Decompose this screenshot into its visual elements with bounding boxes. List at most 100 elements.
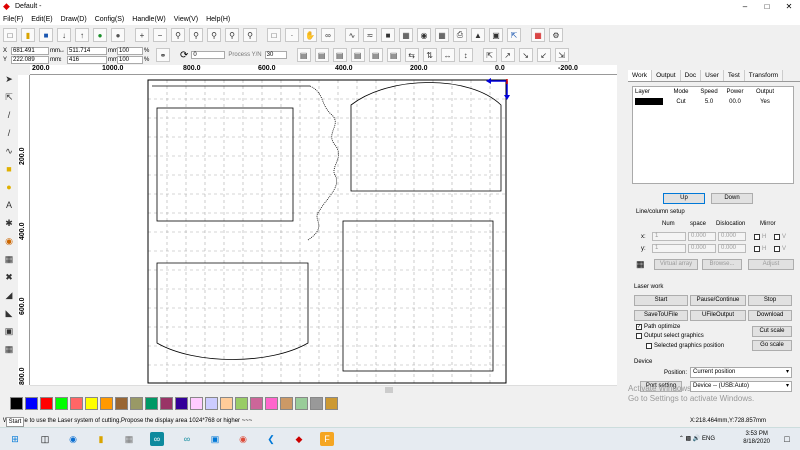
save-to-ufile-button[interactable]: SaveToUFile	[634, 310, 688, 321]
zoom-page-icon[interactable]: ⚲	[207, 28, 221, 42]
output-select-checkbox[interactable]: Output select graphics	[636, 333, 704, 339]
vscode-icon[interactable]: ❮	[264, 432, 278, 446]
canvas-drawing[interactable]	[30, 75, 617, 385]
redo-icon[interactable]: ●	[111, 28, 125, 42]
download-button[interactable]: Download	[748, 310, 792, 321]
pause-continue-button[interactable]: Pause/Continue	[690, 295, 746, 306]
palette-color-swatch[interactable]	[310, 397, 323, 410]
tab-doc[interactable]: Doc	[680, 70, 702, 81]
array-icon[interactable]: ▦	[399, 28, 413, 42]
x-position-input[interactable]: 681.491	[11, 46, 49, 55]
palette-color-swatch[interactable]	[85, 397, 98, 410]
menu-config[interactable]: Config(S)	[95, 16, 125, 23]
width-input[interactable]: 511.714	[67, 46, 107, 55]
task-view-icon[interactable]: ◫	[38, 432, 52, 446]
move-topright-icon[interactable]: ↗	[500, 48, 515, 62]
palette-color-swatch[interactable]	[145, 397, 158, 410]
move-bottomleft-icon[interactable]: ↙	[536, 48, 551, 62]
ufile-output-button[interactable]: UFileOutput	[690, 310, 746, 321]
align-bottom-icon[interactable]: ▤	[350, 48, 365, 62]
save-icon[interactable]: ■	[39, 28, 53, 42]
stop-button[interactable]: Stop	[748, 295, 792, 306]
x-space-input[interactable]: 0.000	[688, 232, 716, 241]
x-dislocation-input[interactable]: 0.000	[718, 232, 746, 241]
array-grid-icon[interactable]: ▦	[636, 259, 645, 270]
curve-tool-icon[interactable]: ∿	[2, 144, 16, 158]
menu-file[interactable]: File(F)	[3, 16, 23, 23]
folder-app-icon[interactable]: F	[320, 432, 334, 446]
zoom-all-icon[interactable]: ⚲	[243, 28, 257, 42]
mirror-v2-checkbox[interactable]: V	[774, 246, 786, 252]
array-tool-icon[interactable]: ▦	[2, 252, 16, 266]
move-center-icon[interactable]: ⇲	[554, 48, 569, 62]
y-dislocation-input[interactable]: 0.000	[718, 244, 746, 253]
link-icon[interactable]: ∞	[321, 28, 335, 42]
rotate-input[interactable]: 0	[191, 51, 226, 59]
palette-color-swatch[interactable]	[55, 397, 68, 410]
lock-icon[interactable]: ◉	[417, 28, 431, 42]
design-shapes[interactable]	[152, 82, 502, 372]
palette-color-swatch[interactable]	[115, 397, 128, 410]
palette-color-swatch[interactable]	[280, 397, 293, 410]
palette-color-swatch[interactable]	[220, 397, 233, 410]
table-row[interactable]: Cut 5.0 00.0 Yes	[633, 97, 793, 107]
undo-icon[interactable]: ●	[93, 28, 107, 42]
ellipse-tool-icon[interactable]: ●	[2, 180, 16, 194]
grid-tool-icon[interactable]: ▦	[2, 342, 16, 356]
menu-view[interactable]: View(V)	[174, 16, 198, 23]
layer-up-button[interactable]: Up	[663, 193, 705, 204]
tab-test[interactable]: Test	[723, 70, 745, 81]
process-input[interactable]: 30	[264, 51, 287, 59]
palette-color-swatch[interactable]	[130, 397, 143, 410]
color-fill-icon[interactable]: ◉	[2, 234, 16, 248]
align-left-icon[interactable]: ▤	[296, 48, 311, 62]
y-position-input[interactable]: 222.089	[11, 55, 49, 64]
fill-icon[interactable]: ■	[381, 28, 395, 42]
node-edit-icon[interactable]: ·	[285, 28, 299, 42]
distribute-h-icon[interactable]: ⇆	[404, 48, 419, 62]
x-num-input[interactable]: 1	[652, 232, 686, 241]
rectangle-tool-icon[interactable]: ■	[2, 162, 16, 176]
frame-icon[interactable]: ▣	[489, 28, 503, 42]
layer-down-button[interactable]: Down	[711, 193, 753, 204]
clock[interactable]: 3:53 PM 8/18/2020	[743, 430, 770, 446]
language-indicator[interactable]: ENG	[702, 436, 715, 442]
y-num-input[interactable]: 1	[652, 244, 686, 253]
menu-draw[interactable]: Draw(D)	[61, 16, 87, 23]
path-optimize-checkbox[interactable]: ✓ Path optimize	[636, 324, 680, 330]
tray-icons[interactable]: ⌃ ▩ 🔊 ENG	[679, 435, 715, 442]
center-v-icon[interactable]: ▤	[386, 48, 401, 62]
photos-icon[interactable]: ▣	[208, 432, 222, 446]
grid-icon[interactable]: ▦	[435, 28, 449, 42]
zoom-in-icon[interactable]: +	[135, 28, 149, 42]
chrome-icon[interactable]: ◉	[236, 432, 250, 446]
close-button[interactable]: ✕	[778, 0, 800, 13]
tab-user[interactable]: User	[701, 70, 724, 81]
mirror-h2-checkbox[interactable]: H	[754, 246, 766, 252]
adjust-button[interactable]: Adjust	[748, 259, 794, 270]
lock-ratio-icon[interactable]: ⚭	[156, 48, 170, 62]
select-box-icon[interactable]: □	[267, 28, 281, 42]
new-file-icon[interactable]: □	[3, 28, 17, 42]
browse-button[interactable]: Browse...	[702, 259, 742, 270]
text-tool-icon[interactable]: A	[2, 198, 16, 212]
palette-color-swatch[interactable]	[205, 397, 218, 410]
palette-color-swatch[interactable]	[175, 397, 188, 410]
zoom-select-icon[interactable]: ⚲	[189, 28, 203, 42]
hand-icon[interactable]: ✋	[303, 28, 317, 42]
palette-color-swatch[interactable]	[100, 397, 113, 410]
palette-color-swatch[interactable]	[160, 397, 173, 410]
notification-icon[interactable]: □	[780, 432, 794, 446]
delete-tool-icon[interactable]: ✖	[2, 270, 16, 284]
curve-icon[interactable]: ∿	[345, 28, 359, 42]
laser-output-icon[interactable]: ▲	[471, 28, 485, 42]
palette-color-swatch[interactable]	[265, 397, 278, 410]
export-icon[interactable]: ↑	[75, 28, 89, 42]
tab-work[interactable]: Work	[628, 70, 653, 81]
selected-position-checkbox[interactable]: Selected graphics position	[646, 343, 724, 349]
node-select-icon[interactable]: ⇱	[2, 90, 16, 104]
width-percent-input[interactable]: 100	[117, 46, 143, 55]
go-scale-button[interactable]: Go scale	[752, 340, 792, 351]
maximize-button[interactable]: □	[756, 0, 778, 13]
horizontal-scroll-thumb[interactable]	[385, 387, 393, 393]
